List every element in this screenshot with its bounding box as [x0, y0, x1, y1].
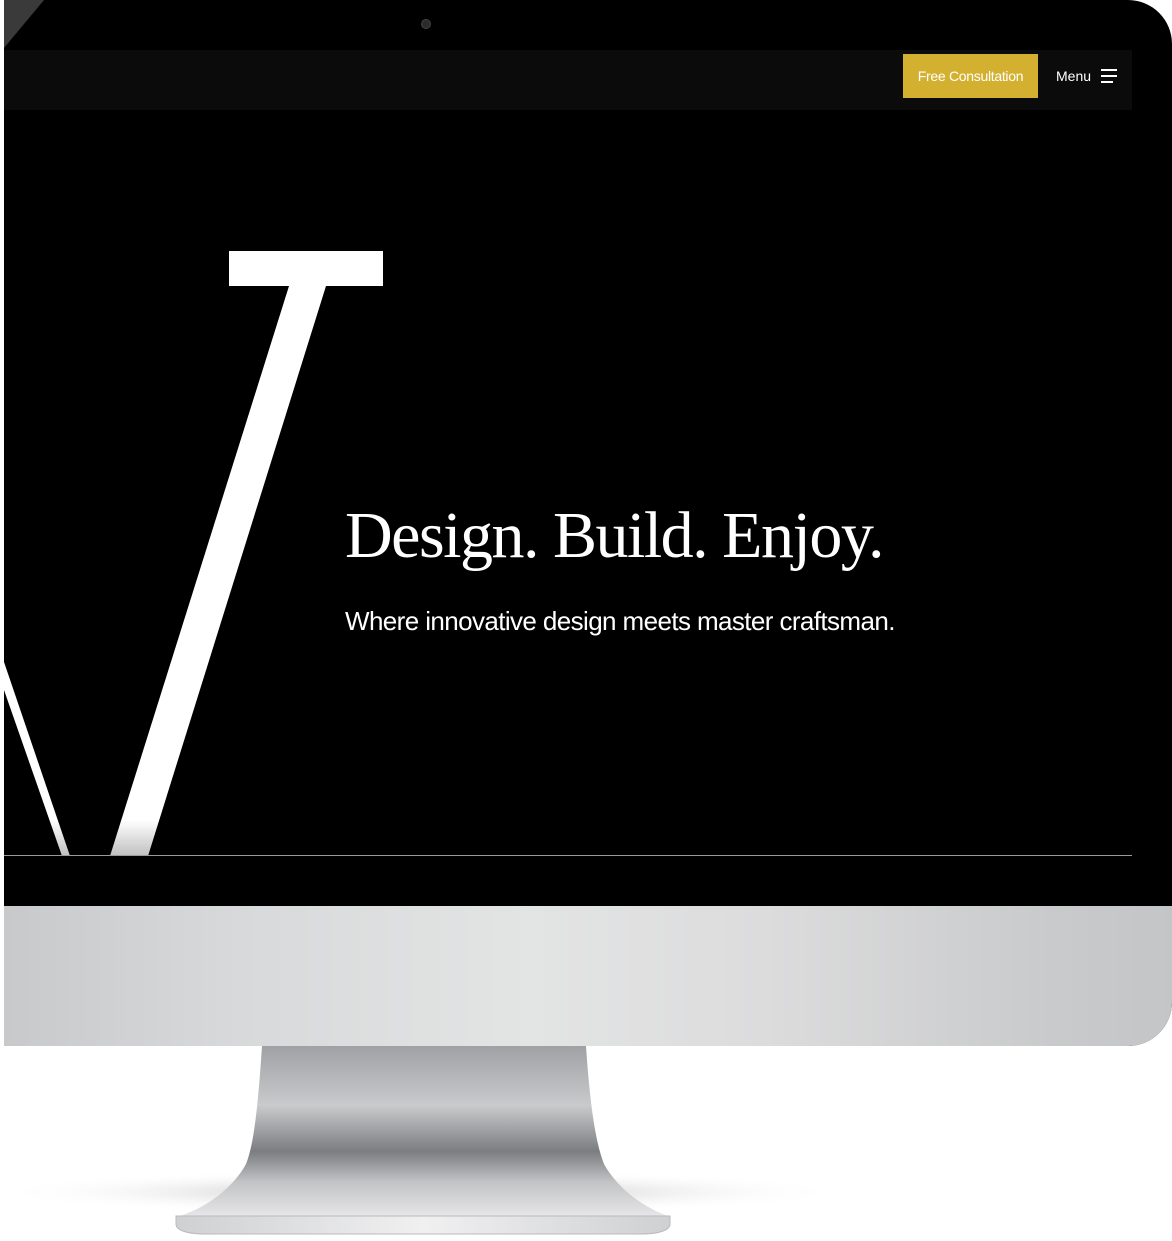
logo-mark-v: [4, 251, 383, 856]
stand-base: [175, 1215, 671, 1235]
screen-edge: [4, 855, 1132, 856]
monitor-display: Free Consultation Menu Design. Build. En…: [4, 0, 1172, 1046]
website-screen: Free Consultation Menu Design. Build. En…: [4, 50, 1132, 856]
monitor-chin: [4, 906, 1172, 1046]
navbar: Free Consultation Menu: [4, 50, 1132, 110]
logo-base-shadow: [4, 820, 164, 856]
stand-neck: [180, 1046, 668, 1216]
menu-label: Menu: [1056, 68, 1092, 84]
camera-icon: [421, 19, 431, 29]
hamburger-icon: [1101, 69, 1118, 83]
free-consultation-button[interactable]: Free Consultation: [903, 54, 1038, 98]
hero-subheading: Where innovative design meets master cra…: [345, 606, 895, 636]
logo-right-stroke: [110, 286, 326, 856]
bezel-glare: [4, 0, 44, 48]
monitor-stand: [0, 1046, 850, 1235]
logo-bar: [229, 251, 383, 286]
hero-heading: Design. Build. Enjoy.: [345, 499, 885, 572]
menu-button[interactable]: Menu: [1056, 64, 1118, 88]
